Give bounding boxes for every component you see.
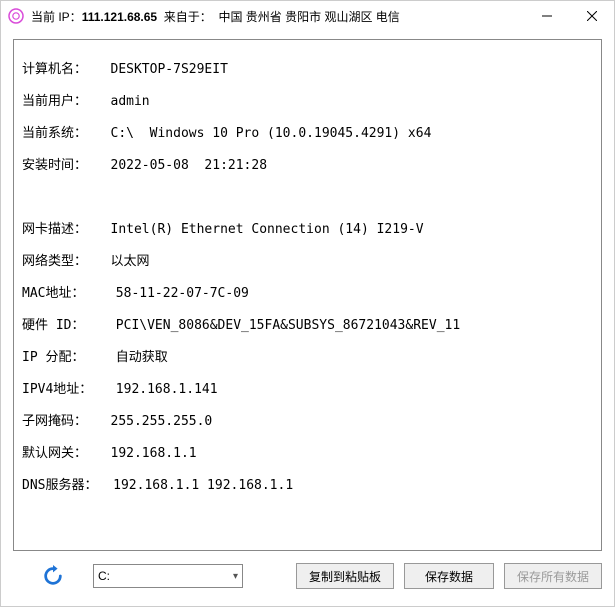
label-ip-alloc: IP 分配： [22,350,84,366]
app-icon [7,7,25,25]
window-controls [524,1,614,31]
label-computer-name: 计算机名： [22,62,87,78]
close-button[interactable] [569,1,614,31]
title-from-label: 来自于： [164,10,212,24]
label-ipv4: IPV4地址： [22,382,92,398]
value-install-time: 2022-05-08 21:21:28 [111,158,268,173]
label-dns: DNS服务器： [22,478,97,494]
value-os: C:\ Windows 10 Pro (10.0.19045.4291) x64 [111,126,432,141]
value-current-user: admin [111,94,150,109]
title-ip: 111.121.68.65 [82,10,157,24]
label-hw-id: 硬件 ID： [22,318,84,334]
refresh-button[interactable] [37,563,69,589]
value-ipv4: 192.168.1.141 [116,382,218,397]
chevron-down-icon: ▾ [233,571,238,582]
label-os: 当前系统： [22,126,87,142]
drive-select[interactable]: C: ▾ [93,564,243,588]
value-subnet: 255.255.255.0 [111,414,213,429]
value-hw-id: PCI\VEN_8086&DEV_15FA&SUBSYS_86721043&RE… [116,318,460,333]
value-computer-name: DESKTOP-7S29EIT [111,62,228,77]
label-install-time: 安装时间： [22,158,87,174]
minimize-button[interactable] [524,1,569,31]
titlebar: 当前 IP：111.121.68.65 来自于： 中国 贵州省 贵阳市 观山湖区… [1,1,614,31]
refresh-icon [42,565,64,587]
value-dns: 192.168.1.1 192.168.1.1 [113,478,293,493]
save-data-button[interactable]: 保存数据 [404,563,494,589]
label-net-type: 网络类型： [22,254,87,270]
label-nic-desc: 网卡描述： [22,222,87,238]
value-net-type: 以太网 [111,254,150,269]
label-mac: MAC地址： [22,286,84,302]
window-title: 当前 IP：111.121.68.65 来自于： 中国 贵州省 贵阳市 观山湖区… [31,8,400,25]
label-subnet: 子网掩码： [22,414,87,430]
title-prefix: 当前 IP： [31,10,82,24]
bottom-toolbar: C: ▾ 复制到粘贴板 保存数据 保存所有数据 [1,551,614,589]
label-gateway: 默认网关： [22,446,87,462]
title-from-value: 中国 贵州省 贵阳市 观山湖区 电信 [218,10,399,24]
value-ip-alloc: 自动获取 [116,350,168,365]
value-nic-desc: Intel(R) Ethernet Connection (14) I219-V [111,222,424,237]
save-all-data-button: 保存所有数据 [504,563,602,589]
copy-clipboard-button[interactable]: 复制到粘贴板 [296,563,394,589]
info-panel: 计算机名： DESKTOP-7S29EIT 当前用户： admin 当前系统： … [13,39,602,551]
value-gateway: 192.168.1.1 [111,446,197,461]
label-current-user: 当前用户： [22,94,87,110]
drive-select-value: C: [98,569,110,583]
value-mac: 58-11-22-07-7C-09 [116,286,249,301]
